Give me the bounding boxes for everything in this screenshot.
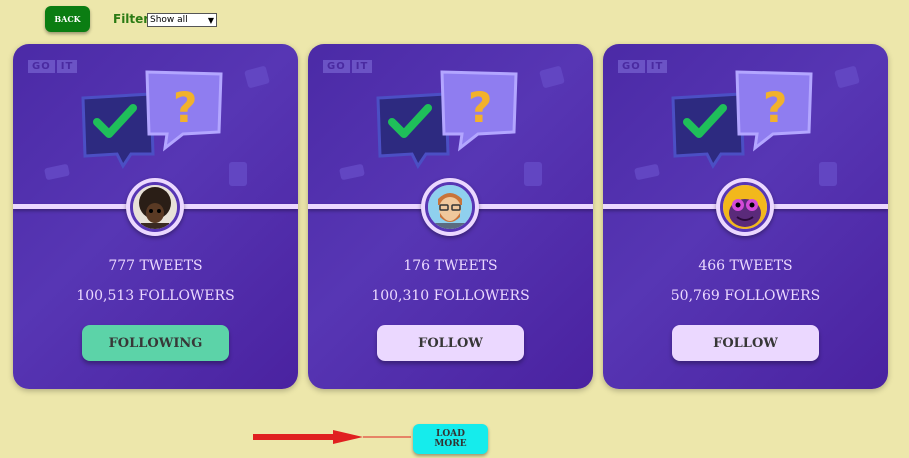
followers-count: 100,310 FOLLOWERS (371, 288, 530, 304)
user-card: ? GO IT 176 TWEETS 100,310 FOLLOWERS FOLL… (308, 44, 593, 389)
filter-label: Filter (113, 12, 150, 26)
goit-logo: GO IT (323, 60, 373, 73)
logo-go: GO (323, 60, 350, 73)
chevron-down-icon: ▼ (207, 15, 214, 25)
avatar (126, 178, 184, 236)
user-card: ? GO IT 777 TWEETS 100,513 FOLLOWERS FOLL… (13, 44, 298, 389)
logo-go: GO (618, 60, 645, 73)
filter-selected-value: Show all (150, 15, 188, 25)
svg-text:?: ? (468, 83, 492, 132)
avatar (421, 178, 479, 236)
bearded-man-avatar-icon (425, 182, 475, 232)
logo-go: GO (28, 60, 55, 73)
logo-it: IT (351, 60, 373, 73)
follow-button[interactable]: FOLLOW (672, 325, 819, 361)
logo-it: IT (646, 60, 668, 73)
tweets-count: 466 TWEETS (698, 258, 793, 274)
follow-button[interactable]: FOLLOW (377, 325, 524, 361)
goit-logo: GO IT (28, 60, 78, 73)
svg-text:?: ? (763, 83, 787, 132)
avatar (716, 178, 774, 236)
afro-avatar-icon (130, 182, 180, 232)
tweets-count: 176 TWEETS (403, 258, 498, 274)
purple-creature-avatar-icon (720, 182, 770, 232)
back-button[interactable]: BACK (45, 6, 90, 32)
load-more-button[interactable]: LOAD MORE (413, 424, 488, 454)
followers-count: 100,513 FOLLOWERS (76, 288, 235, 304)
followers-count: 50,769 FOLLOWERS (670, 288, 821, 304)
logo-it: IT (56, 60, 78, 73)
svg-text:?: ? (173, 83, 197, 132)
user-card: ? GO IT 466 TWEETS 50,769 FOLLOWERS FOLLO… (603, 44, 888, 389)
filter-select[interactable]: Show all ▼ (147, 13, 217, 27)
tweets-count: 777 TWEETS (108, 258, 203, 274)
red-arrow-annotation-icon (253, 430, 411, 444)
following-button[interactable]: FOLLOWING (82, 325, 229, 361)
goit-logo: GO IT (618, 60, 668, 73)
